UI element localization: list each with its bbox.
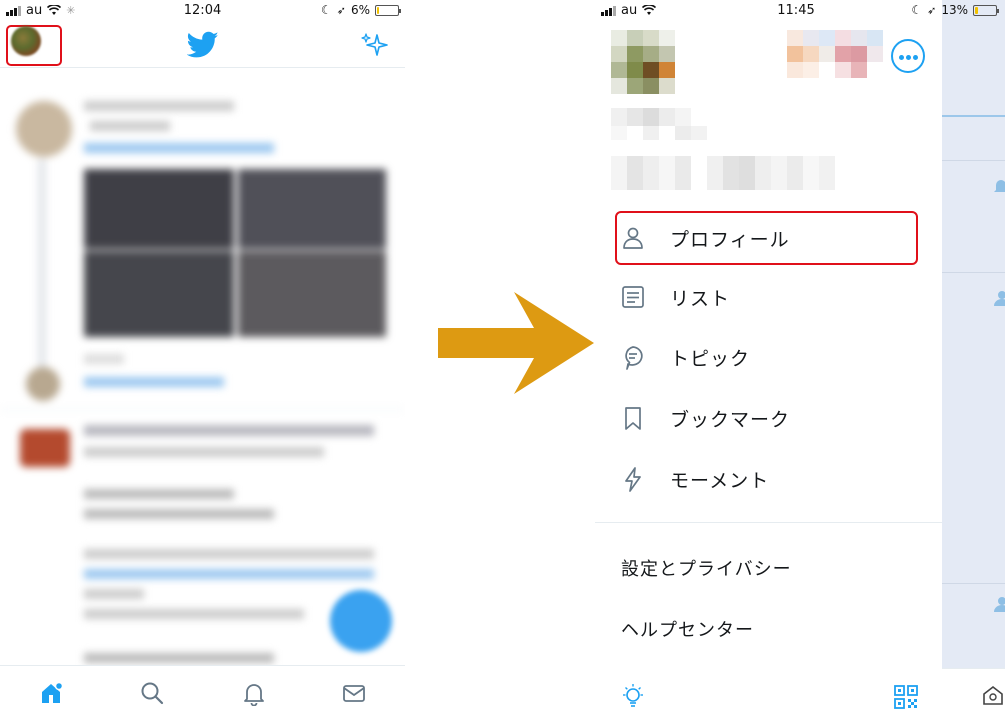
side-menu-drawer: au 11:45 ☾ ➶ 13% プロフィール リスト トピック ブックマーク …	[595, 0, 999, 720]
search-icon[interactable]	[139, 680, 165, 706]
status-bar-right: au 11:45 ☾ ➶ 13%	[595, 0, 1005, 22]
menu-item-profile[interactable]: プロフィール	[615, 214, 925, 262]
more-accounts-button[interactable]	[891, 39, 925, 73]
mail-icon[interactable]	[341, 680, 367, 706]
moon-icon: ☾	[320, 3, 332, 17]
battery-percent: 13%	[941, 3, 968, 17]
location-icon: ➶	[927, 3, 937, 17]
status-bar: au ✳ 12:04 ☾ ➶ 6%	[0, 0, 405, 22]
menu-item-bookmarks[interactable]: ブックマーク	[615, 394, 925, 442]
avatar[interactable]	[11, 26, 41, 56]
settings-privacy-link[interactable]: 設定とプライバシー	[621, 555, 792, 581]
location-icon: ➶	[336, 3, 346, 17]
help-center-link[interactable]: ヘルプセンター	[621, 616, 754, 642]
person-partial-icon-2	[994, 597, 1005, 612]
following-avatars-pixelated[interactable]	[787, 30, 883, 78]
menu-label-topics: トピック	[670, 347, 751, 370]
menu-item-topics[interactable]: トピック	[615, 333, 925, 381]
bell-partial-icon	[994, 180, 1005, 192]
menu-divider	[595, 522, 942, 523]
bookmark-icon	[625, 407, 641, 430]
topic-icon	[625, 346, 643, 370]
compose-button[interactable]	[330, 590, 392, 652]
menu-label-moments: モーメント	[670, 469, 770, 492]
twitter-bird-icon	[187, 31, 219, 58]
qr-code-icon[interactable]	[894, 685, 918, 709]
menu-item-moments[interactable]: モーメント	[615, 455, 925, 503]
person-icon	[623, 227, 643, 249]
menu-label-bookmarks: ブックマーク	[670, 408, 791, 431]
menu-label-lists: リスト	[670, 287, 731, 310]
battery-icon	[973, 4, 999, 16]
profile-name-pixelated	[611, 108, 707, 144]
transition-arrow-icon	[438, 292, 594, 394]
lightbulb-icon[interactable]	[620, 683, 646, 711]
blurred-timeline	[0, 69, 405, 665]
background-timeline-panel	[942, 0, 1005, 720]
list-icon	[622, 286, 644, 308]
left-phone-screen: au ✳ 12:04 ☾ ➶ 6%	[0, 0, 405, 720]
profile-avatar-pixelated[interactable]	[611, 30, 675, 94]
bell-icon[interactable]	[241, 680, 267, 706]
home-partial-icon	[983, 685, 1003, 705]
right-phone-screen: au 11:45 ☾ ➶ 13% プロフィール リスト トピック ブックマーク …	[595, 0, 1005, 720]
person-partial-icon	[994, 291, 1005, 306]
menu-item-lists[interactable]: リスト	[615, 273, 925, 321]
battery-percent: 6%	[350, 3, 370, 17]
bottom-nav	[0, 665, 405, 720]
battery-icon	[375, 4, 401, 16]
timeline-header	[0, 22, 405, 68]
drawer-bottom-bar	[595, 668, 942, 720]
home-icon[interactable]	[38, 680, 64, 706]
sparkle-icon[interactable]	[361, 32, 389, 58]
lightning-icon	[625, 467, 641, 492]
menu-label-profile: プロフィール	[670, 228, 790, 251]
moon-icon: ☾	[911, 3, 923, 17]
follow-counts-pixelated	[611, 156, 835, 190]
